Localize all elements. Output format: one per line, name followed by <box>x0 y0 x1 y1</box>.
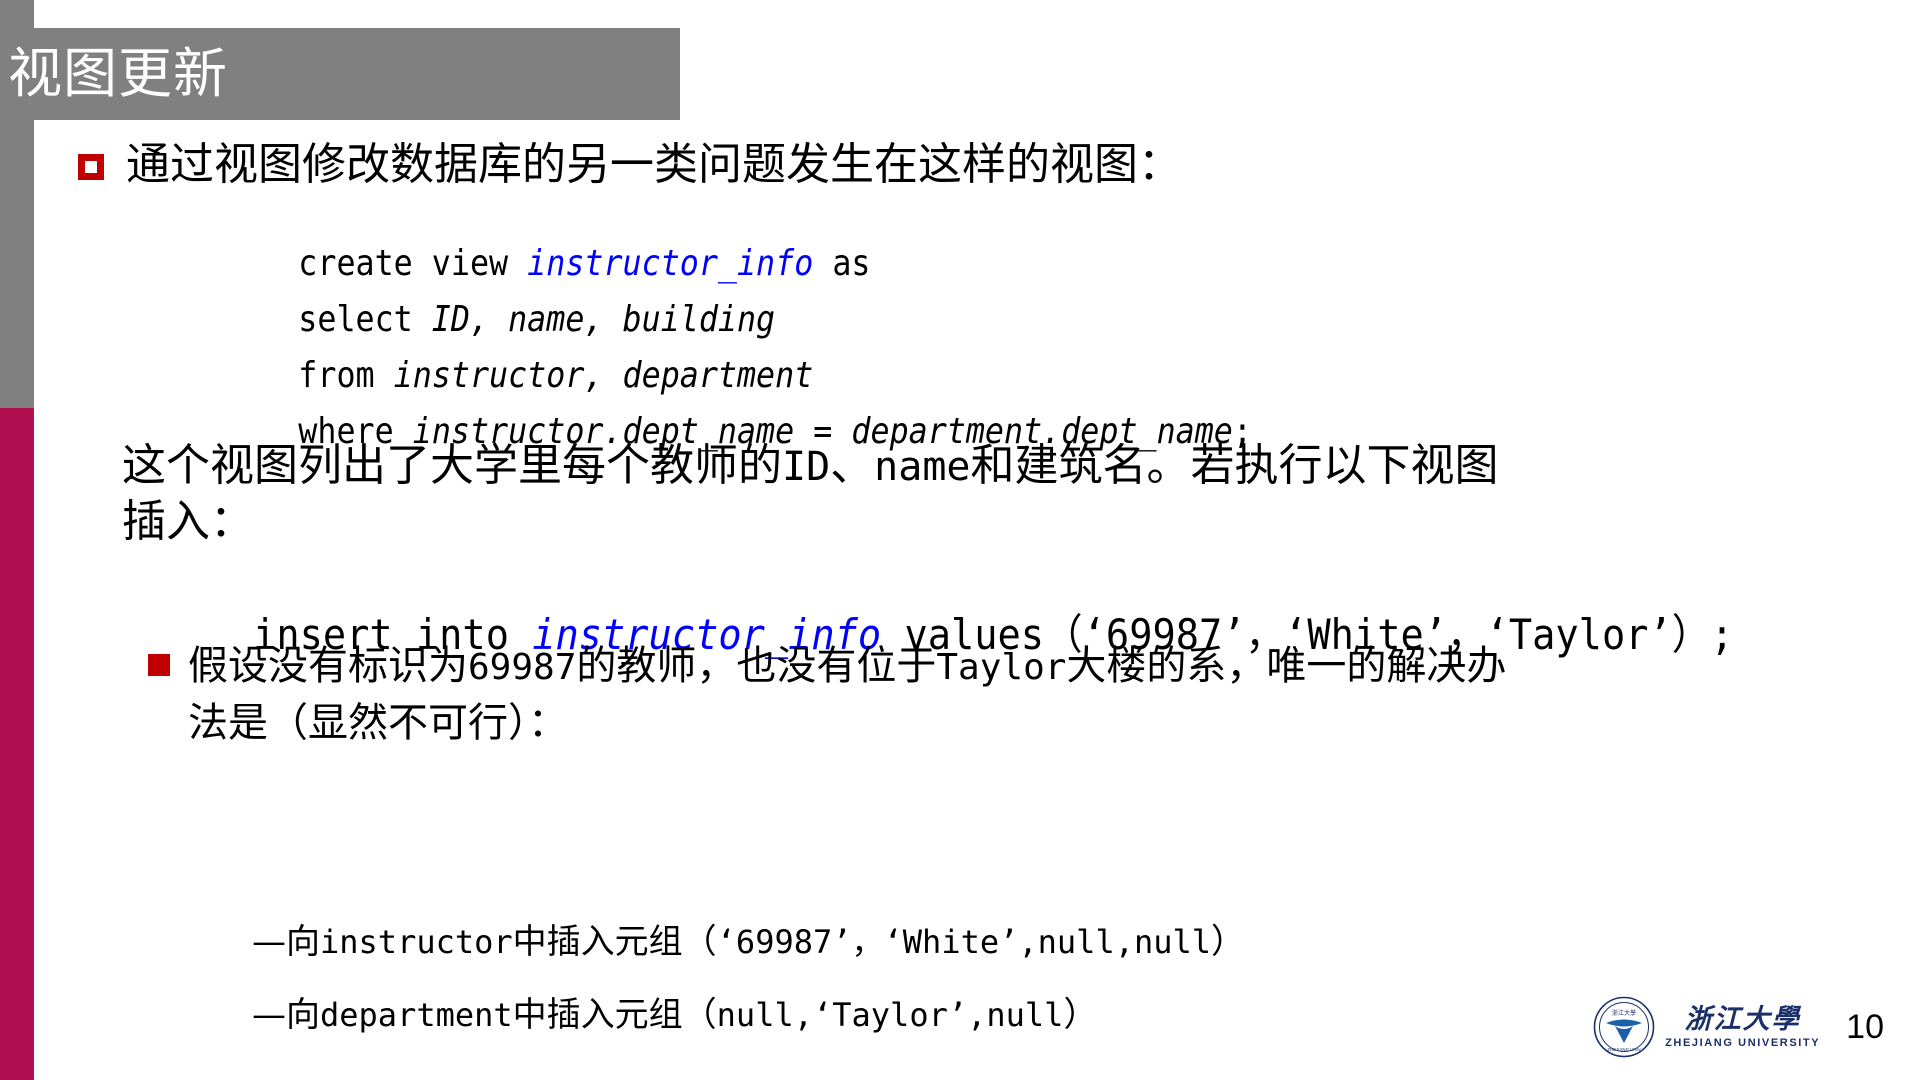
sub-item-tuple-values: ‘69987’，‘White’,null,null <box>716 923 1212 961</box>
page-title: 视图更新 <box>8 42 228 105</box>
svg-text:浙江大學: 浙江大學 <box>1612 1009 1636 1017</box>
sub-item-dash-icon: — <box>252 922 286 962</box>
sub-item-department: —向department中插入元组（null,‘Taylor’,null） <box>252 998 1097 1032</box>
sub-item-dash-icon: — <box>252 995 286 1035</box>
paragraph-mono-id: ID <box>782 444 831 490</box>
bullet-level2-label: 假设没有标识为69987的教师，也没有位于Taylor大楼的系，唯一的解决办法是… <box>188 638 1518 752</box>
sub-item-post: ） <box>1063 995 1098 1035</box>
bullet2-mid: 的教师，也没有位于 <box>576 643 937 689</box>
bullet2-mono-id: 69987 <box>468 647 577 688</box>
bullet-item-level1: 通过视图修改数据库的另一类问题发生在这样的视图： <box>78 140 1182 189</box>
slide-footer: 浙江大學 ZHEJIANG UNIV 浙江大學 ZHEJIANG UNIVERS… <box>1593 996 1884 1058</box>
university-name-en: ZHEJIANG UNIVERSITY <box>1665 1036 1821 1049</box>
svg-text:ZHEJIANG UNIV: ZHEJIANG UNIV <box>1607 1047 1640 1052</box>
sub-item-table-name: department <box>320 996 513 1034</box>
sub-item-mid: 中插入元组（ <box>512 995 717 1035</box>
sub-item-tuple-values: null,‘Taylor’,null <box>716 996 1064 1034</box>
bullet-level1-label: 通过视图修改数据库的另一类问题发生在这样的视图： <box>126 139 1182 190</box>
bullet-item-level2: 假设没有标识为69987的教师，也没有位于Taylor大楼的系，唯一的解决办法是… <box>148 638 1518 752</box>
description-paragraph: 这个视图列出了大学里每个教师的ID、name和建筑名。若执行以下视图 插入： <box>122 438 1502 551</box>
paragraph-line2: 插入： <box>122 496 254 548</box>
code-token-keyword: as <box>813 243 871 284</box>
hollow-square-bullet-icon <box>78 154 104 180</box>
page-number: 10 <box>1846 1007 1884 1046</box>
bullet2-mono-taylor: Taylor <box>936 647 1067 688</box>
bullet2-pre: 假设没有标识为 <box>188 643 468 689</box>
university-wordmark: 浙江大學 ZHEJIANG UNIVERSITY <box>1665 1006 1820 1049</box>
slide-title-band: 视图更新 <box>0 28 680 120</box>
paragraph-line1-post: 和建筑名。若执行以下视图 <box>970 440 1499 491</box>
paragraph-mono-name: name <box>874 444 971 490</box>
sub-item-pre: 向 <box>286 995 320 1035</box>
filled-square-bullet-icon <box>148 654 170 676</box>
paragraph-line1-pre: 这个视图列出了大学里每个教师的 <box>122 440 782 491</box>
sub-item-post: ） <box>1211 922 1246 962</box>
sub-item-pre: 向 <box>286 922 320 962</box>
university-seal-icon: 浙江大學 ZHEJIANG UNIV <box>1593 996 1655 1058</box>
university-name-cn: 浙江大學 <box>1684 1003 1801 1035</box>
sub-item-table-name: instructor <box>320 923 513 961</box>
paragraph-line1-mid: 、 <box>830 440 875 491</box>
sub-item-instructor: —向instructor中插入元组（‘69987’，‘White’,null,n… <box>252 925 1245 959</box>
zhejiang-university-logo: 浙江大學 ZHEJIANG UNIV 浙江大學 ZHEJIANG UNIVERS… <box>1593 996 1820 1058</box>
slide-content: 通过视图修改数据库的另一类问题发生在这样的视图： create view ins… <box>0 120 1920 1080</box>
sub-item-mid: 中插入元组（ <box>512 922 717 962</box>
